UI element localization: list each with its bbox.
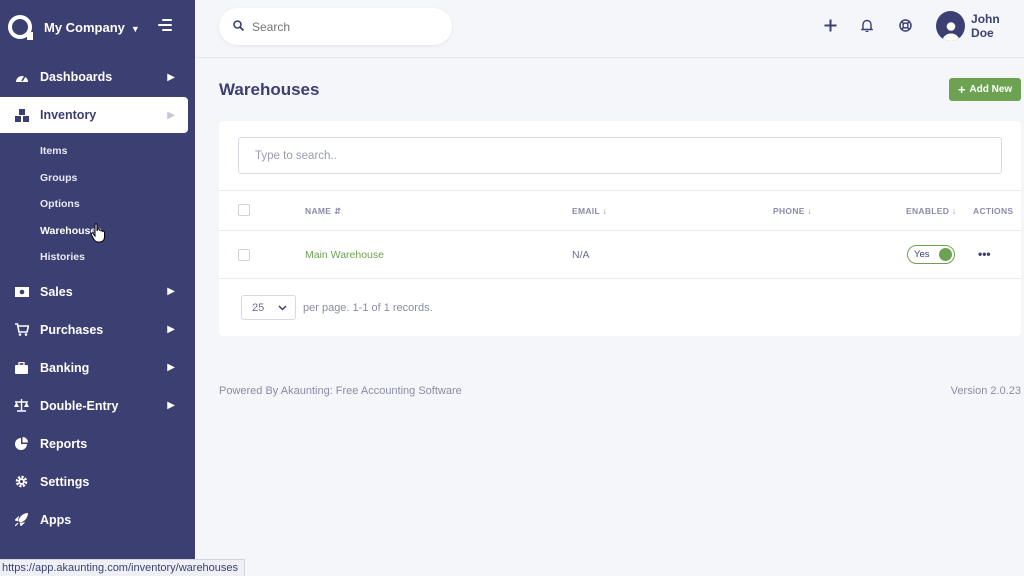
sidebar-item-double-entry[interactable]: Double-Entry ▶ [0, 387, 195, 425]
scale-icon [14, 398, 29, 413]
submenu-item-items[interactable]: Items [40, 138, 195, 165]
pie-chart-icon [14, 436, 29, 451]
user-name: John Doe [971, 12, 1000, 40]
per-page-select[interactable]: 25 [241, 295, 296, 320]
toggle-knob [939, 248, 952, 261]
pagination-text: per page. 1-1 of 1 records. [303, 301, 433, 314]
caret-down-icon: ▼ [130, 23, 140, 34]
link-status-bar: https://app.akaunting.com/inventory/ware… [0, 559, 246, 576]
gauge-icon [14, 70, 29, 85]
sidebar-nav: Dashboards ▶ Inventory ▶ Items Groups Op… [0, 58, 195, 539]
sidebar-toggle-icon[interactable] [158, 19, 172, 34]
briefcase-icon [14, 360, 29, 375]
footer-version: Version 2.0.23 [950, 385, 1021, 397]
rocket-icon [14, 512, 29, 527]
akaunting-logo-icon [8, 15, 33, 40]
column-header-enabled[interactable]: ENABLED ↓ [906, 206, 956, 216]
arrow-down-icon: ↓ [602, 206, 608, 216]
topbar: John Doe [195, 0, 1024, 58]
column-header-name[interactable]: NAME ⇵ [305, 206, 341, 217]
warehouses-card: Type to search.. NAME ⇵ EMAIL ↓ PHONE ↓ … [219, 121, 1021, 336]
search-input[interactable] [252, 19, 432, 34]
inventory-submenu: Items Groups Options Warehouses Historie… [0, 134, 195, 273]
table-header: NAME ⇵ EMAIL ↓ PHONE ↓ ENABLED ↓ ACTIONS [219, 190, 1021, 231]
sidebar-item-inventory[interactable]: Inventory ▶ [0, 97, 188, 133]
page-title: Warehouses [219, 80, 320, 99]
sidebar-item-dashboards[interactable]: Dashboards ▶ [0, 58, 195, 96]
cart-icon [14, 322, 29, 337]
chevron-right-icon: ▶ [167, 324, 175, 335]
submenu-item-options[interactable]: Options [40, 191, 195, 218]
chevron-right-icon: ▶ [167, 362, 175, 373]
chevron-right-icon: ▶ [167, 400, 175, 411]
chevron-right-icon: ▶ [167, 286, 175, 297]
global-search[interactable] [219, 8, 452, 45]
sidebar-item-label: Sales [40, 284, 73, 299]
add-new-label: Add New [969, 84, 1013, 95]
per-page-value: 25 [252, 301, 265, 314]
footer-powered-by[interactable]: Powered By Akaunting: Free Accounting So… [219, 385, 462, 397]
column-header-phone[interactable]: PHONE ↓ [773, 206, 812, 216]
pagination: 25 per page. 1-1 of 1 records. [241, 295, 433, 320]
table-row: Main Warehouse N/A Yes ••• [219, 231, 1021, 279]
search-icon [233, 18, 245, 36]
sidebar-item-banking[interactable]: Banking ▶ [0, 349, 195, 387]
table-search-input[interactable]: Type to search.. [238, 137, 1002, 174]
sidebar-item-settings[interactable]: Settings [0, 463, 195, 501]
warehouse-name-link[interactable]: Main Warehouse [305, 249, 384, 261]
sidebar-item-label: Reports [40, 436, 88, 451]
column-header-email[interactable]: EMAIL ↓ [572, 206, 607, 216]
column-header-actions: ACTIONS [973, 206, 1014, 216]
warehouse-email: N/A [572, 249, 590, 261]
hand-cursor-icon [90, 223, 106, 248]
cubes-icon [14, 108, 29, 123]
avatar [936, 11, 966, 41]
company-name: My Company [44, 19, 125, 35]
sidebar-item-label: Settings [40, 474, 90, 489]
chevron-right-icon: ▶ [167, 109, 175, 121]
submenu-item-warehouses[interactable]: Warehouses [40, 218, 195, 245]
plus-icon: + [957, 82, 966, 97]
row-checkbox[interactable] [238, 249, 250, 261]
sidebar-item-label: Double-Entry [40, 398, 119, 413]
enabled-toggle[interactable]: Yes [907, 245, 955, 264]
sidebar-item-label: Inventory [40, 108, 97, 122]
more-actions-icon[interactable]: ••• [978, 247, 991, 261]
chevron-right-icon: ▶ [167, 71, 175, 83]
sidebar-item-label: Dashboards [40, 70, 113, 84]
plus-icon[interactable] [821, 16, 839, 34]
submenu-item-histories[interactable]: Histories [40, 244, 195, 271]
sidebar-item-apps[interactable]: Apps [0, 501, 195, 539]
add-new-button[interactable]: + Add New [949, 78, 1021, 101]
toggle-label: Yes [914, 249, 930, 260]
submenu-item-groups[interactable]: Groups [40, 165, 195, 192]
sidebar-item-label: Apps [40, 512, 72, 527]
sidebar-item-sales[interactable]: Sales ▶ [0, 273, 195, 311]
select-all-checkbox[interactable] [238, 204, 250, 216]
gear-icon [14, 474, 29, 489]
sidebar-item-label: Purchases [40, 322, 104, 337]
chevron-down-icon [278, 302, 287, 314]
sidebar-item-reports[interactable]: Reports [0, 425, 195, 463]
bell-icon[interactable] [858, 16, 876, 34]
life-ring-icon[interactable] [896, 16, 914, 34]
arrow-down-icon: ↓ [807, 206, 812, 216]
arrow-down-icon: ↓ [951, 206, 957, 216]
sidebar-item-purchases[interactable]: Purchases ▶ [0, 311, 195, 349]
user-menu[interactable]: John Doe [936, 11, 1024, 41]
money-icon [14, 284, 29, 299]
sidebar: My Company ▼ Dashboards ▶ Inventory ▶ It… [0, 0, 195, 576]
sort-icon: ⇵ [333, 206, 342, 216]
sidebar-item-label: Banking [40, 360, 90, 375]
